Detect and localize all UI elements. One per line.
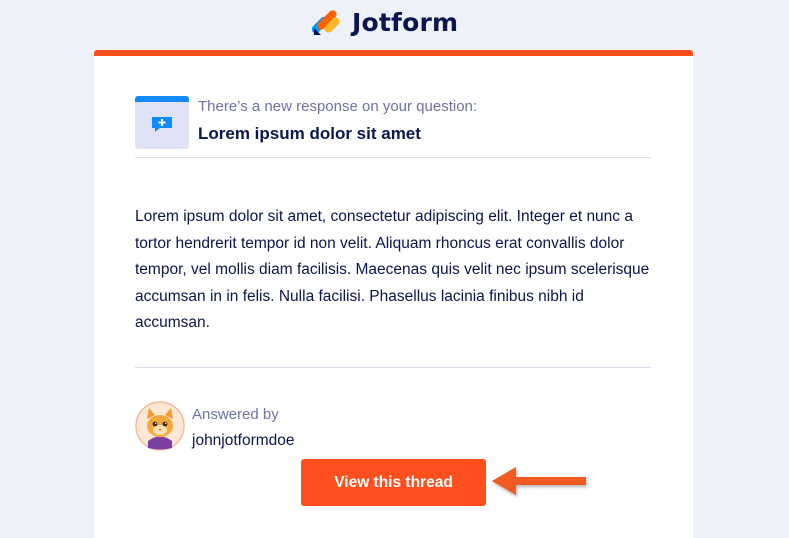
jotform-logo-icon	[312, 10, 340, 35]
notification-card: There’s a new response on your question:…	[94, 50, 693, 538]
view-thread-button[interactable]: View this thread	[301, 459, 486, 506]
arrow-left-icon	[492, 467, 586, 495]
question-icon-tile	[135, 96, 189, 149]
header-divider	[135, 157, 651, 158]
cat-avatar-icon	[135, 401, 185, 451]
answer-username: johnjotformdoe	[192, 432, 295, 449]
answered-by-label: Answered by	[192, 406, 279, 423]
jotform-logo: Jotform	[312, 5, 458, 39]
response-body: Lorem ipsum dolor sit amet, consectetur …	[135, 208, 650, 331]
question-title: Lorem ipsum dolor sit amet	[198, 124, 421, 143]
chat-plus-icon	[152, 117, 172, 132]
question-subtitle: There’s a new response on your question:	[198, 98, 478, 115]
body-divider	[135, 367, 651, 368]
brand-name: Jotform	[352, 7, 459, 37]
question-icon-bar	[135, 96, 189, 102]
